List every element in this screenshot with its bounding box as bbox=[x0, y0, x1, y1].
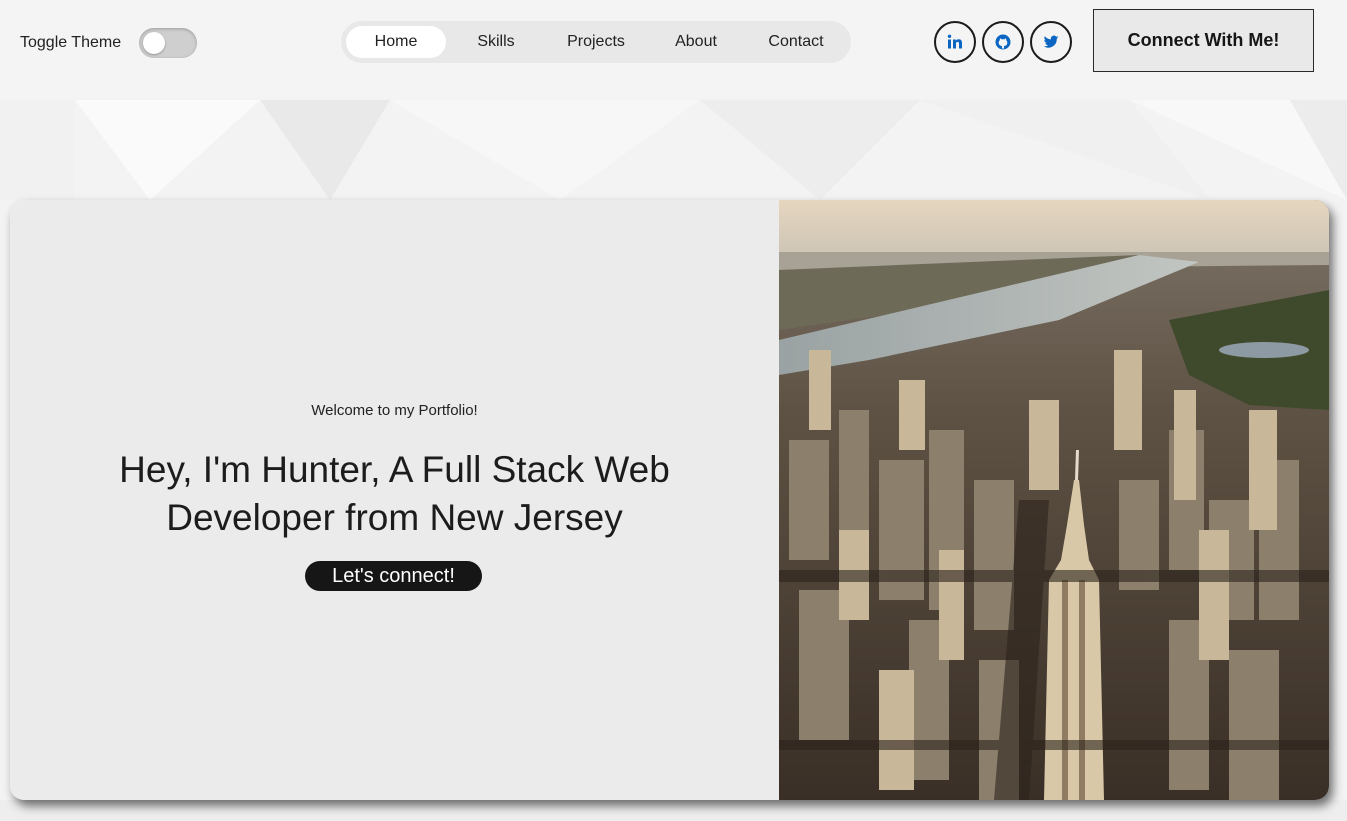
top-bar: Toggle Theme Home Skills Projects About … bbox=[0, 0, 1347, 98]
main-nav: Home Skills Projects About Contact bbox=[341, 21, 851, 63]
github-icon bbox=[995, 34, 1011, 50]
hero-headline-line2: Developer from New Jersey bbox=[166, 497, 623, 538]
twitter-icon bbox=[1043, 35, 1059, 48]
nav-item-projects[interactable]: Projects bbox=[546, 26, 646, 58]
github-link[interactable] bbox=[982, 21, 1024, 63]
city-skyline-image bbox=[779, 200, 1329, 800]
nav-item-about[interactable]: About bbox=[646, 26, 746, 58]
connect-with-me-button[interactable]: Connect With Me! bbox=[1093, 9, 1314, 72]
linkedin-icon bbox=[947, 34, 962, 49]
toggle-knob bbox=[143, 32, 165, 54]
hero-city-photo bbox=[779, 200, 1329, 800]
nav-item-skills[interactable]: Skills bbox=[446, 26, 546, 58]
theme-toggle-label: Toggle Theme bbox=[20, 34, 122, 51]
nav-item-contact[interactable]: Contact bbox=[746, 26, 846, 58]
hero-headline: Hey, I'm Hunter, A Full Stack Web Develo… bbox=[50, 446, 739, 542]
theme-toggle-switch[interactable] bbox=[139, 28, 197, 58]
theme-toggle-group: Toggle Theme bbox=[20, 27, 197, 59]
hero-headline-line1: Hey, I'm Hunter, A Full Stack Web bbox=[119, 449, 670, 490]
welcome-text: Welcome to my Portfolio! bbox=[311, 402, 478, 419]
linkedin-link[interactable] bbox=[934, 21, 976, 63]
lets-connect-button[interactable]: Let's connect! bbox=[305, 561, 482, 591]
nav-item-home[interactable]: Home bbox=[346, 26, 446, 58]
hero-text-panel: Welcome to my Portfolio! Hey, I'm Hunter… bbox=[10, 200, 779, 800]
hero-card: Welcome to my Portfolio! Hey, I'm Hunter… bbox=[10, 200, 1329, 800]
twitter-link[interactable] bbox=[1030, 21, 1072, 63]
